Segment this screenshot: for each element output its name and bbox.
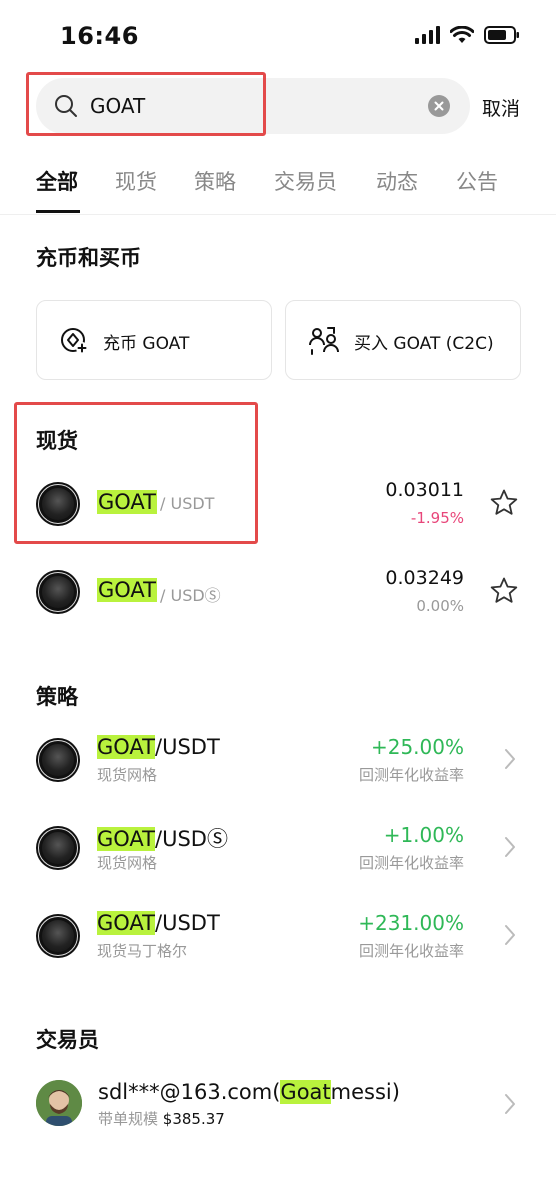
spot-change: 0.00% xyxy=(416,597,464,615)
goat-coin-logo xyxy=(36,914,80,958)
strategy-rate-label: 回测年化收益率 xyxy=(358,854,464,872)
trader-sub: 带单规模 $385.37 xyxy=(98,1108,225,1129)
buy-goat-c2c-button[interactable]: 买入 GOAT (C2C) xyxy=(285,300,521,380)
buy-label: 买入 GOAT (C2C) xyxy=(354,334,494,354)
cancel-button[interactable]: 取消 xyxy=(482,94,520,121)
favorite-star-icon[interactable] xyxy=(489,576,519,606)
strategy-pair-base: GOAT xyxy=(97,827,155,851)
trader-name: sdl***@163.com(Goatmessi) xyxy=(98,1080,400,1104)
tab-spot[interactable]: 现货 xyxy=(115,166,157,196)
chevron-right-icon xyxy=(505,1094,515,1114)
spot-annotation-box xyxy=(14,402,258,544)
active-tab-indicator xyxy=(36,210,80,213)
favorite-star-icon[interactable] xyxy=(489,488,519,518)
goat-coin-logo xyxy=(36,826,80,870)
trader-name-prefix: sdl***@163.com( xyxy=(98,1080,281,1104)
chevron-right-icon xyxy=(505,749,515,769)
trader-name-suffix: messi) xyxy=(330,1080,400,1104)
wifi-icon xyxy=(450,26,474,43)
strategy-rate-label: 回测年化收益率 xyxy=(358,766,464,784)
search-annotation-box xyxy=(26,72,266,136)
status-time: 16:46 xyxy=(60,22,139,50)
clear-search-icon[interactable] xyxy=(428,95,450,117)
trader-name-highlight: Goat xyxy=(280,1080,331,1104)
goat-coin-logo xyxy=(36,570,80,614)
deposit-section-title: 充币和买币 xyxy=(36,246,141,270)
trader-avatar xyxy=(36,1080,82,1126)
spot-pair-quote: / USDⓈ xyxy=(160,586,221,605)
deposit-icon xyxy=(61,328,88,354)
strategy-type: 现货网格 xyxy=(97,854,158,872)
chevron-right-icon xyxy=(505,837,515,857)
tab-divider xyxy=(0,214,556,215)
tab-all[interactable]: 全部 xyxy=(36,166,78,196)
strategy-pair-base: GOAT xyxy=(97,911,155,935)
copy-size-value: $385.37 xyxy=(162,1110,225,1128)
tab-traders[interactable]: 交易员 xyxy=(274,166,337,196)
strategy-pair: GOAT/USDⓈ xyxy=(97,823,228,853)
strategy-rate-label: 回测年化收益率 xyxy=(358,942,464,960)
strategy-section-title: 策略 xyxy=(36,685,78,709)
strategy-pair: GOAT/USDT xyxy=(97,735,220,759)
strategy-pair: GOAT/USDT xyxy=(97,911,220,935)
strategy-pair-quote: /USDT xyxy=(155,735,220,759)
tab-announcements[interactable]: 公告 xyxy=(456,166,498,196)
strategy-type: 现货网格 xyxy=(97,766,158,784)
trader-section-title: 交易员 xyxy=(36,1028,99,1052)
status-icons xyxy=(415,26,520,44)
strategy-type: 现货马丁格尔 xyxy=(97,942,188,960)
goat-coin-logo xyxy=(36,738,80,782)
cellular-signal-icon xyxy=(415,26,440,44)
deposit-goat-button[interactable]: 充币 GOAT xyxy=(36,300,272,380)
deposit-label: 充币 GOAT xyxy=(103,334,190,354)
spot-price: 0.03249 xyxy=(385,567,464,589)
status-bar: 16:46 xyxy=(0,0,556,70)
copy-size-label: 带单规模 xyxy=(98,1110,159,1128)
battery-icon xyxy=(484,26,519,44)
tab-strategy[interactable]: 策略 xyxy=(194,166,236,196)
strategy-rate: +1.00% xyxy=(383,823,464,847)
chevron-right-icon xyxy=(505,925,515,945)
strategy-pair-base: GOAT xyxy=(97,735,155,759)
c2c-exchange-icon xyxy=(309,327,339,355)
strategy-pair-quote: /USDT xyxy=(155,911,220,935)
tab-feed[interactable]: 动态 xyxy=(376,166,418,196)
spot-change: -1.95% xyxy=(410,509,464,527)
spot-price: 0.03011 xyxy=(385,479,464,501)
category-tabs: 全部 现货 策略 交易员 动态 公告 xyxy=(36,166,536,216)
strategy-rate: +25.00% xyxy=(370,735,464,759)
strategy-pair-quote: /USDⓈ xyxy=(155,827,228,851)
strategy-rate: +231.00% xyxy=(358,911,464,935)
spot-pair-base: GOAT xyxy=(97,578,157,602)
